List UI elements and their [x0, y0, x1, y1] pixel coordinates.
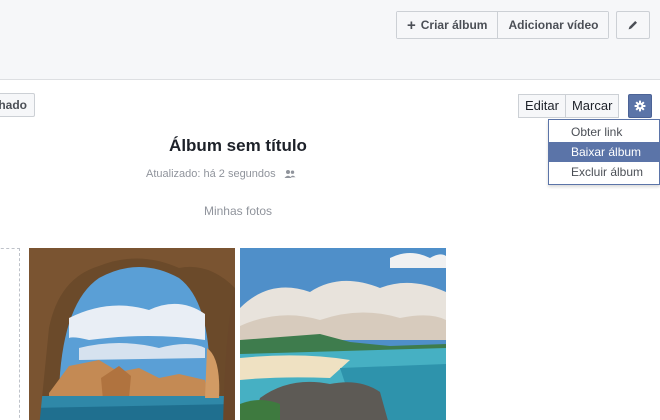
album-header-bar: + Criar álbum Adicionar vídeo — [0, 0, 660, 80]
menu-item-label: Baixar álbum — [571, 145, 642, 159]
edit-pencil-button[interactable] — [616, 11, 650, 39]
album-actions: Editar Marcar — [518, 94, 620, 118]
menu-item-delete-album[interactable]: Excluir álbum — [549, 162, 659, 182]
edit-album-button[interactable]: Editar — [518, 94, 566, 118]
beach-coast-photo — [240, 248, 446, 420]
detailed-view-label: lhado — [0, 98, 27, 112]
album-title: Álbum sem título — [169, 136, 307, 155]
create-album-label: Criar álbum — [420, 18, 488, 32]
pencil-icon — [628, 21, 637, 30]
gear-icon — [634, 100, 646, 112]
album-photo[interactable] — [240, 248, 446, 420]
create-album-button[interactable]: + Criar álbum — [397, 12, 498, 38]
detailed-view-button[interactable]: lhado — [0, 93, 35, 117]
sea-cave-arches-photo — [29, 248, 235, 420]
friends-audience-icon[interactable] — [284, 169, 296, 179]
tag-label: Marcar — [571, 98, 613, 113]
album-create-button-group: + Criar álbum Adicionar vídeo — [396, 11, 610, 39]
menu-item-label: Excluir álbum — [571, 165, 644, 179]
add-video-label: Adicionar vídeo — [508, 18, 599, 32]
menu-item-get-link[interactable]: Obter link — [549, 122, 659, 142]
add-photos-tile[interactable] — [0, 248, 20, 420]
album-updated-row: Atualizado: há 2 segundos — [146, 167, 296, 181]
menu-item-label: Obter link — [571, 125, 623, 139]
menu-item-download-album[interactable]: Baixar álbum — [549, 142, 659, 162]
album-options-button[interactable] — [628, 94, 652, 118]
edit-album-label: Editar — [525, 98, 559, 113]
album-photo[interactable] — [29, 248, 235, 420]
tag-button[interactable]: Marcar — [565, 94, 620, 118]
album-options-menu: Obter link Baixar álbum Excluir álbum — [548, 119, 660, 185]
add-video-button[interactable]: Adicionar vídeo — [497, 12, 609, 38]
album-subtitle: Minhas fotos — [203, 204, 273, 218]
updated-text: Atualizado: há 2 segundos — [146, 168, 276, 180]
plus-icon: + — [407, 16, 416, 34]
